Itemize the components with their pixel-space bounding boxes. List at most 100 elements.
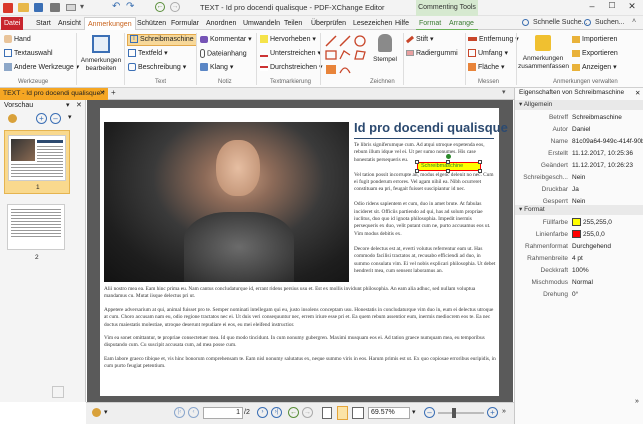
- panel-menu-icon[interactable]: ▾: [66, 101, 70, 109]
- status-menu-icon[interactable]: ▾: [104, 408, 108, 416]
- tab-ueberpruefen[interactable]: Überprüfen: [308, 17, 349, 30]
- zoom-input[interactable]: 69.57%: [368, 407, 410, 419]
- import-button[interactable]: Importieren: [572, 35, 617, 45]
- maximize-button[interactable]: ☐: [603, 1, 621, 14]
- panel-close-icon[interactable]: ✕: [76, 101, 82, 109]
- status-options-icon[interactable]: [92, 408, 101, 417]
- quick-search[interactable]: Schnelle Suche...: [533, 19, 587, 26]
- property-value[interactable]: Daniel: [572, 124, 643, 135]
- open-icon[interactable]: [18, 3, 29, 12]
- property-value[interactable]: 255,255,0: [572, 217, 643, 228]
- filled-shape-icon[interactable]: [326, 65, 336, 74]
- file-attach-tool[interactable]: Dateianhang: [200, 49, 247, 59]
- line-tool-icon[interactable]: [325, 35, 337, 47]
- first-page-button[interactable]: |‹: [174, 407, 185, 418]
- property-row[interactable]: Autor Daniel: [515, 124, 643, 135]
- polyline-tool-icon[interactable]: [339, 50, 351, 60]
- property-row[interactable]: Mischmodus Normal: [515, 277, 643, 288]
- callout-tool[interactable]: Beschreibung ▾: [128, 63, 186, 73]
- stamp-tool[interactable]: Stempel: [370, 34, 400, 74]
- edit-annotations-button[interactable]: Anmerkungen bearbeiten: [80, 33, 122, 77]
- property-value[interactable]: Nein: [572, 196, 643, 207]
- other-tools-dropdown[interactable]: Andere Werkzeuge ▾: [4, 63, 79, 73]
- property-value[interactable]: 11.12.2017, 10:26:23: [572, 160, 643, 171]
- property-value[interactable]: 0°: [572, 289, 643, 300]
- minimize-button[interactable]: –: [583, 1, 601, 14]
- rectangle-tool-icon[interactable]: [325, 50, 337, 60]
- document-view[interactable]: Id pro docendi qualisque Te libris signi…: [87, 100, 513, 402]
- property-value[interactable]: Ja: [572, 184, 643, 195]
- property-value[interactable]: 11.12.2017, 10:25:36: [572, 148, 643, 159]
- tab-anordnen[interactable]: Anordnen: [203, 17, 239, 30]
- area-tool[interactable]: Fläche ▾: [468, 63, 504, 73]
- eraser-tool[interactable]: Radiergummi: [406, 49, 458, 59]
- property-value[interactable]: 4 pt: [572, 253, 643, 264]
- nav-back-button[interactable]: ←: [288, 407, 299, 418]
- property-row[interactable]: Linienfarbe 255,0,0: [515, 229, 643, 240]
- highlight-tool[interactable]: Hervorheben ▾: [260, 35, 316, 45]
- resize-handle[interactable]: [415, 169, 419, 173]
- tab-teilen[interactable]: Teilen: [281, 17, 305, 30]
- tabs-dropdown-icon[interactable]: ▾: [502, 88, 506, 96]
- pdf-page[interactable]: Id pro docendi qualisque Te libris signi…: [100, 108, 508, 396]
- tab-lesezeichen[interactable]: Lesezeichen: [350, 17, 395, 30]
- strikeout-tool[interactable]: Durchstreichen ▾: [260, 63, 323, 73]
- zoom-out-thumbs-icon[interactable]: –: [50, 113, 61, 124]
- zoom-dropdown-icon[interactable]: ▾: [412, 408, 416, 416]
- cloud-tool-icon[interactable]: [339, 67, 351, 74]
- tab-schuetzen[interactable]: Schützen: [134, 17, 169, 30]
- section-general[interactable]: ▾ Allgemein: [515, 100, 643, 110]
- last-page-button[interactable]: ›|: [271, 407, 282, 418]
- thumb-more-icon[interactable]: ▾: [68, 113, 72, 121]
- zoom-slider-thumb[interactable]: [452, 408, 456, 418]
- property-value[interactable]: 81c09a64-949c-414f-90bb...: [572, 136, 643, 147]
- property-value[interactable]: 255,0,0: [572, 229, 643, 240]
- tab-formular[interactable]: Formular: [168, 17, 202, 30]
- continuous-view-icon[interactable]: [337, 406, 348, 420]
- property-row[interactable]: Füllfarbe 255,255,0: [515, 217, 643, 228]
- property-row[interactable]: Schreibgesch... Nein: [515, 172, 643, 183]
- tab-start[interactable]: Start: [33, 17, 54, 30]
- property-row[interactable]: Name 81c09a64-949c-414f-90bb...: [515, 136, 643, 147]
- underline-tool[interactable]: Unterstreichen ▾: [260, 49, 321, 59]
- color-swatch[interactable]: [572, 230, 581, 239]
- back-icon[interactable]: ←: [155, 2, 165, 12]
- color-swatch[interactable]: [572, 218, 581, 227]
- tab-hilfe[interactable]: Hilfe: [392, 17, 412, 30]
- comment-tool[interactable]: Kommentar ▾: [200, 35, 252, 45]
- resize-handle[interactable]: [446, 160, 450, 164]
- page-thumbnail-2[interactable]: 2: [4, 203, 70, 265]
- resize-handle[interactable]: [478, 160, 482, 164]
- property-value[interactable]: 100%: [572, 265, 643, 276]
- property-value[interactable]: Normal: [572, 277, 643, 288]
- zoom-in-button[interactable]: +: [487, 407, 498, 418]
- arrow-tool-icon[interactable]: [339, 35, 351, 47]
- properties-close-icon[interactable]: ✕: [635, 89, 640, 97]
- pencil-tool[interactable]: Stift ▾: [405, 35, 434, 45]
- find-button[interactable]: Suchen...: [595, 19, 625, 26]
- property-row[interactable]: Rahmenbreite 4 pt: [515, 253, 643, 264]
- customize-icon[interactable]: ▾: [80, 2, 84, 11]
- polygon-tool-icon[interactable]: [354, 50, 366, 60]
- resize-handle[interactable]: [478, 169, 482, 173]
- drawing-tools[interactable]: [324, 34, 368, 76]
- property-row[interactable]: Rahmenformat Durchgehend: [515, 241, 643, 252]
- hand-tool[interactable]: Hand: [4, 35, 31, 45]
- property-row[interactable]: Gesperrt Nein: [515, 196, 643, 207]
- pane-expand-icon[interactable]: »: [635, 398, 639, 405]
- property-row[interactable]: Erstellt 11.12.2017, 10:25:36: [515, 148, 643, 159]
- property-row[interactable]: Betreff Schreibmaschine: [515, 112, 643, 123]
- property-value[interactable]: Nein: [572, 172, 643, 183]
- ellipse-tool-icon[interactable]: [354, 35, 366, 47]
- property-row[interactable]: Deckkraft 100%: [515, 265, 643, 276]
- mail-icon[interactable]: [66, 4, 76, 11]
- next-page-button[interactable]: ›: [257, 407, 268, 418]
- thumbnail-options-icon[interactable]: [8, 114, 17, 123]
- new-tab-icon[interactable]: +: [111, 88, 116, 97]
- zoom-slider[interactable]: [438, 408, 484, 418]
- page-thumbnail-1[interactable]: 1: [4, 130, 70, 194]
- tab-umwandeln[interactable]: Umwandeln: [240, 17, 283, 30]
- tab-ansicht[interactable]: Ansicht: [55, 17, 84, 30]
- facing-view-icon[interactable]: [352, 407, 364, 419]
- prev-page-button[interactable]: ‹: [188, 407, 199, 418]
